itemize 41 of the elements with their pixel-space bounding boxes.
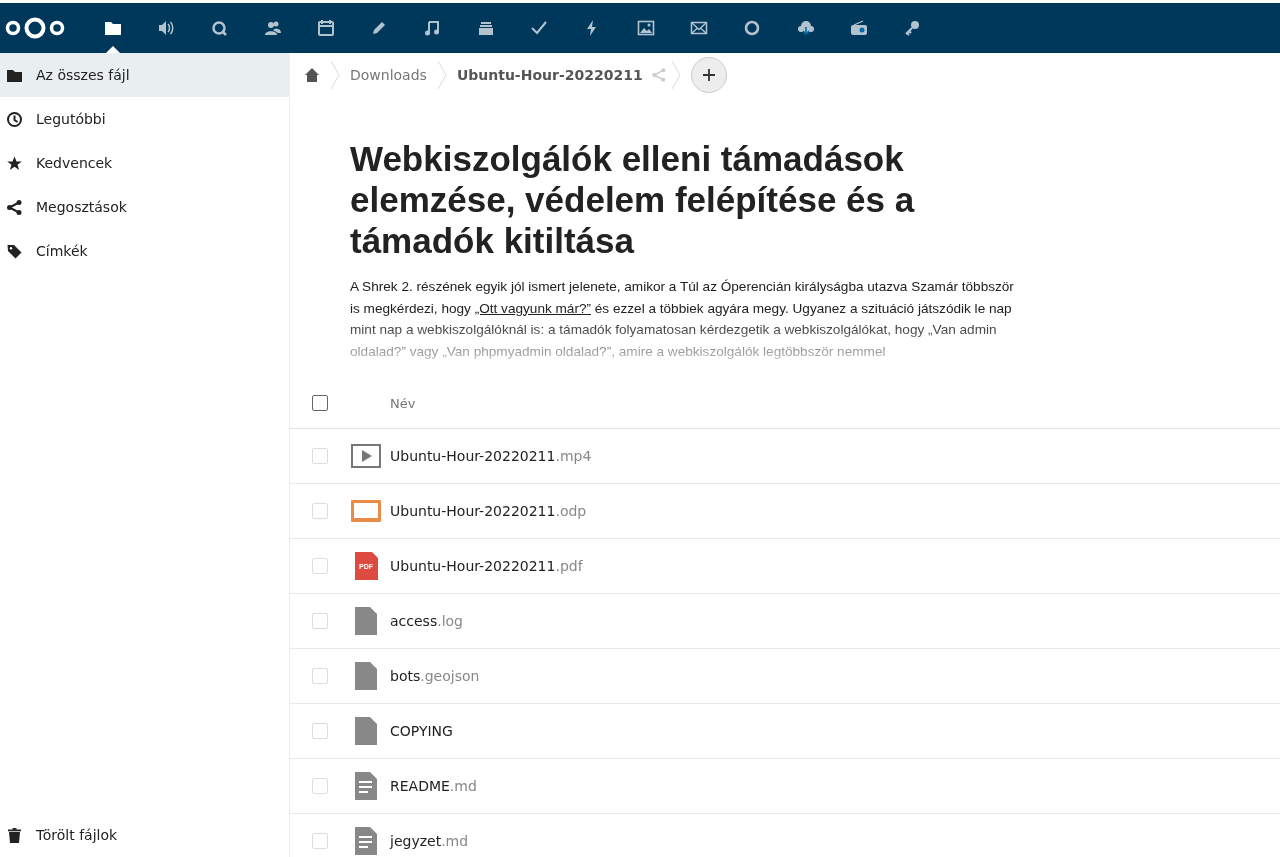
star-icon xyxy=(6,154,23,172)
link[interactable]: „Ott vagyunk már?” xyxy=(474,300,591,316)
row-checkbox[interactable] xyxy=(312,502,328,519)
sidebar-item[interactable]: Törölt fájlok xyxy=(0,813,289,857)
sidebar-item[interactable]: Az összes fájl xyxy=(0,53,289,97)
row-checkbox[interactable] xyxy=(312,612,328,629)
logo-icon[interactable] xyxy=(4,17,66,39)
trash-icon xyxy=(6,826,23,844)
file-name[interactable]: Ubuntu-Hour-20220211.pdf xyxy=(390,557,583,574)
plus-icon xyxy=(701,68,716,82)
sidebar-item[interactable]: Kedvencek xyxy=(0,141,289,185)
select-all-checkbox[interactable] xyxy=(312,395,328,412)
sidebar-item[interactable]: Legutóbbi xyxy=(0,97,289,141)
readme-paragraph: A Shrek 2. részének egyik jól ismert jelenete, amikor a Túl az Óperencián királyságba utazva Szamár többször is megkérdezi, hogy „Ott vagyunk már?” és ezzel a többiek agyára megy. Ugyanez a szituáció játszódik le nap mint nap a webkiszolgálóknál is: a támadók folyamatosan kérdezgetik a webkiszolgálókat, hogy „Van admin oldalad?” vagy „Van phpmyadmin oldalad?”, amire a webkiszolgálók legtöbbször nemmel xyxy=(350,277,1015,362)
row-checkbox[interactable] xyxy=(312,557,328,574)
new-button[interactable] xyxy=(690,57,727,93)
file-name[interactable]: access.log xyxy=(390,612,463,629)
clock-icon xyxy=(6,110,23,128)
sidebar-item[interactable]: Megosztások xyxy=(0,185,289,229)
row-checkbox[interactable] xyxy=(312,447,328,464)
column-header[interactable]: Név xyxy=(390,395,416,411)
chevron-icon xyxy=(436,60,447,90)
file-name[interactable]: bots.geojson xyxy=(390,667,480,684)
row-checkbox[interactable] xyxy=(312,777,328,794)
share-icon xyxy=(6,198,23,216)
breadcrumb[interactable]: Ubuntu-Hour-20220211 xyxy=(456,67,643,83)
breadcrumb[interactable]: Downloads xyxy=(350,67,427,83)
file-name[interactable]: jegyzet.md xyxy=(390,832,469,849)
readme-title: Webkiszolgálók elleni támadások elemzése, védelem felépítése és a támadók kitiltása xyxy=(350,139,916,262)
file-name[interactable]: Ubuntu-Hour-20220211.mp4 xyxy=(390,447,592,464)
sidebar-item[interactable]: Címkék xyxy=(0,229,289,273)
chevron-icon xyxy=(670,60,681,90)
chevron-icon xyxy=(330,60,340,90)
home-icon[interactable] xyxy=(304,67,320,83)
file-name[interactable]: README.md xyxy=(390,777,477,794)
tag-icon xyxy=(6,242,23,260)
file-name[interactable]: COPYING xyxy=(390,722,453,739)
row-checkbox[interactable] xyxy=(312,832,328,849)
file-name[interactable]: Ubuntu-Hour-20220211.odp xyxy=(390,502,587,519)
row-checkbox[interactable] xyxy=(312,667,328,684)
row-checkbox[interactable] xyxy=(312,722,328,739)
